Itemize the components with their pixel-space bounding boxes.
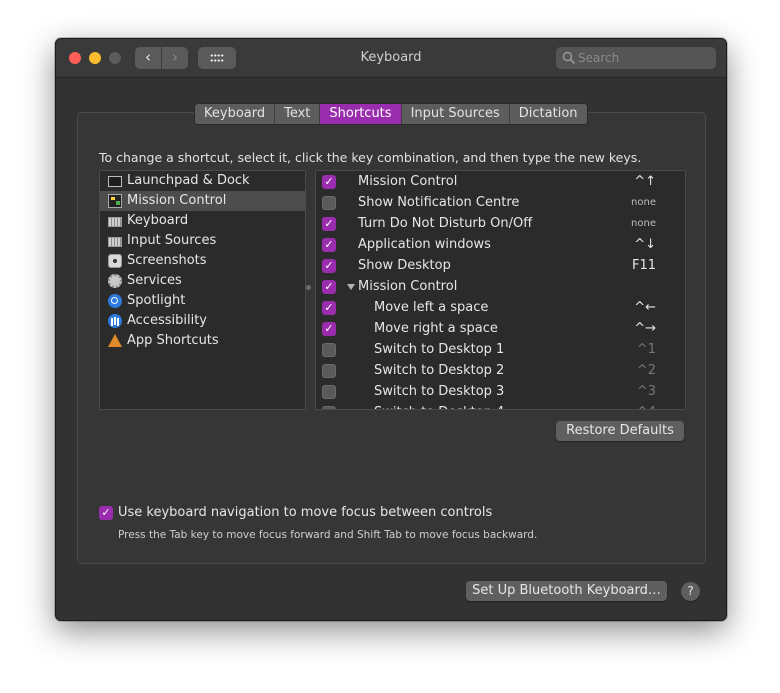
shortcut-key[interactable]: ^2: [637, 360, 656, 381]
shortcut-key[interactable]: ^3: [637, 381, 656, 402]
shortcut-key[interactable]: none: [631, 213, 656, 234]
shortcut-checkbox[interactable]: [322, 364, 336, 378]
shortcut-label: Mission Control: [358, 174, 458, 189]
shortcut-label: Show Notification Centre: [358, 195, 520, 210]
split-view-handle[interactable]: [306, 285, 311, 290]
keyboard-icon: [108, 237, 122, 247]
keyboard-icon: [108, 217, 122, 227]
category-label: Mission Control: [127, 193, 227, 208]
shortcut-group-mission-control[interactable]: ✓ Mission Control: [316, 276, 685, 297]
keyboard-navigation-checkbox[interactable]: ✓: [99, 506, 113, 520]
shortcut-row-show-desktop[interactable]: ✓ Show Desktop F11: [316, 255, 685, 276]
shortcut-key[interactable]: none: [631, 192, 656, 213]
keyboard-preferences-window: ‹ › Keyboard Keyboard Text Shortcuts Inp…: [55, 38, 727, 621]
category-label: Accessibility: [127, 313, 207, 328]
mission-control-icon: [108, 194, 122, 208]
help-button[interactable]: ?: [681, 582, 700, 601]
disclosure-triangle-icon[interactable]: [347, 284, 355, 290]
shortcut-row-move-left-space[interactable]: ✓ Move left a space ^←: [316, 297, 685, 318]
category-label: Screenshots: [127, 253, 207, 268]
restore-defaults-button[interactable]: Restore Defaults: [556, 421, 684, 441]
shortcut-checkbox[interactable]: ✓: [322, 217, 336, 231]
search-input[interactable]: [578, 47, 710, 69]
gear-icon: [108, 274, 122, 288]
set-up-bluetooth-keyboard-button[interactable]: Set Up Bluetooth Keyboard…: [466, 581, 667, 601]
shortcut-checkbox[interactable]: ✓: [322, 259, 336, 273]
shortcut-label: Switch to Desktop 3: [374, 384, 505, 399]
shortcut-checkbox[interactable]: [322, 385, 336, 399]
keyboard-navigation-label[interactable]: Use keyboard navigation to move focus be…: [118, 505, 492, 520]
shortcut-row-show-notification-centre[interactable]: Show Notification Centre none: [316, 192, 685, 213]
category-label: Spotlight: [127, 293, 186, 308]
shortcut-label: Move right a space: [374, 321, 498, 336]
category-item-keyboard[interactable]: Keyboard: [100, 211, 305, 231]
shortcut-checkbox[interactable]: ✓: [322, 175, 336, 189]
shortcut-label: Mission Control: [358, 279, 458, 294]
shortcut-row-switch-desktop-4[interactable]: Switch to Desktop 4 ^4: [316, 402, 685, 409]
tab-dictation[interactable]: Dictation: [508, 104, 587, 124]
shortcut-checkbox[interactable]: ✓: [322, 322, 336, 336]
category-label: App Shortcuts: [127, 333, 219, 348]
shortcut-key[interactable]: ^→: [634, 318, 656, 339]
tab-keyboard[interactable]: Keyboard: [195, 104, 275, 124]
shortcut-row-switch-desktop-2[interactable]: Switch to Desktop 2 ^2: [316, 360, 685, 381]
search-icon: [562, 51, 576, 65]
shortcut-row-mission-control[interactable]: ✓ Mission Control ^↑: [316, 171, 685, 192]
category-item-app-shortcuts[interactable]: App Shortcuts: [100, 331, 305, 351]
shortcut-key[interactable]: ^←: [634, 297, 656, 318]
shortcut-row-do-not-disturb[interactable]: ✓ Turn Do Not Disturb On/Off none: [316, 213, 685, 234]
shortcut-checkbox[interactable]: [322, 343, 336, 357]
shortcut-label: Turn Do Not Disturb On/Off: [358, 216, 533, 231]
category-label: Services: [127, 273, 182, 288]
shortcut-row-switch-desktop-1[interactable]: Switch to Desktop 1 ^1: [316, 339, 685, 360]
shortcut-label: Move left a space: [374, 300, 489, 315]
accessibility-icon: [108, 314, 122, 328]
shortcut-checkbox[interactable]: [322, 196, 336, 210]
category-item-accessibility[interactable]: Accessibility: [100, 311, 305, 331]
title-bar: ‹ › Keyboard: [56, 39, 726, 78]
category-item-services[interactable]: Services: [100, 271, 305, 291]
tab-text[interactable]: Text: [274, 104, 320, 124]
shortcut-label: Switch to Desktop 4: [374, 402, 504, 409]
shortcut-list[interactable]: ✓ Mission Control ^↑ Show Notification C…: [315, 170, 686, 410]
shortcut-key[interactable]: ^4: [637, 402, 656, 409]
category-item-mission-control[interactable]: Mission Control: [100, 191, 305, 211]
shortcut-row-move-right-space[interactable]: ✓ Move right a space ^→: [316, 318, 685, 339]
tab-input-sources[interactable]: Input Sources: [400, 104, 509, 124]
category-label: Keyboard: [127, 213, 189, 228]
shortcut-key[interactable]: ^1: [637, 339, 656, 360]
screenshot-icon: [108, 254, 122, 268]
tab-shortcuts[interactable]: Shortcuts: [319, 104, 401, 124]
category-list[interactable]: Launchpad & Dock Mission Control Keyboar…: [99, 170, 306, 410]
shortcut-checkbox[interactable]: ✓: [322, 238, 336, 252]
shortcut-key[interactable]: ^↓: [634, 234, 656, 255]
keyboard-navigation-hint: Press the Tab key to move focus forward …: [118, 529, 538, 541]
shortcut-label: Switch to Desktop 1: [374, 342, 505, 357]
category-label: Input Sources: [127, 233, 217, 248]
category-item-launchpad-dock[interactable]: Launchpad & Dock: [100, 171, 305, 191]
category-label: Launchpad & Dock: [127, 173, 250, 188]
shortcut-row-switch-desktop-3[interactable]: Switch to Desktop 3 ^3: [316, 381, 685, 402]
tab-bar: Keyboard Text Shortcuts Input Sources Di…: [194, 103, 588, 125]
shortcut-label: Application windows: [358, 237, 491, 252]
launchpad-icon: [108, 176, 122, 187]
app-shortcuts-icon: [108, 334, 122, 347]
search-field[interactable]: [556, 47, 716, 69]
shortcut-checkbox[interactable]: ✓: [322, 301, 336, 315]
instructions-text: To change a shortcut, select it, click t…: [99, 150, 642, 165]
spotlight-icon: [108, 294, 122, 308]
shortcut-row-application-windows[interactable]: ✓ Application windows ^↓: [316, 234, 685, 255]
shortcut-label: Show Desktop: [358, 258, 451, 273]
category-item-screenshots[interactable]: Screenshots: [100, 251, 305, 271]
shortcut-checkbox[interactable]: [322, 406, 336, 409]
category-item-spotlight[interactable]: Spotlight: [100, 291, 305, 311]
shortcut-key[interactable]: F11: [632, 255, 656, 276]
shortcut-key[interactable]: ^↑: [634, 171, 656, 192]
shortcut-checkbox[interactable]: ✓: [322, 280, 336, 294]
category-item-input-sources[interactable]: Input Sources: [100, 231, 305, 251]
shortcut-label: Switch to Desktop 2: [374, 363, 505, 378]
